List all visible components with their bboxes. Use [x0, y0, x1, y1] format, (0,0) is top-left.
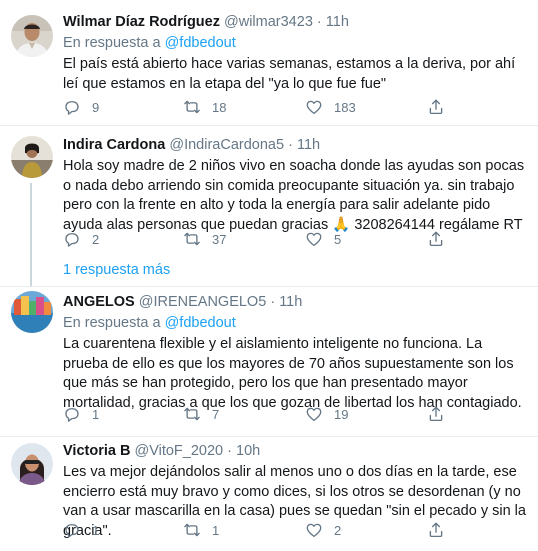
tweet[interactable]: Victoria B @VitoF_2020 · 10h Les va mejo…	[0, 437, 538, 551]
tweet[interactable]: Wilmar Díaz Rodríguez @wilmar3423 · 11h …	[0, 0, 538, 126]
avatar[interactable]	[11, 136, 53, 178]
reply-icon	[63, 521, 81, 539]
user-handle[interactable]: @VitoF_2020	[134, 443, 223, 459]
heart-icon	[305, 98, 323, 116]
user-handle[interactable]: @IRENEANGELO5	[139, 294, 267, 310]
like-count: 5	[334, 231, 342, 247]
tweet-text: La cuarentena flexible y el aislamiento …	[63, 336, 522, 411]
reply-prefix: En respuesta a	[63, 315, 165, 331]
tweet-actions: 2 37 5	[63, 230, 523, 250]
user-handle[interactable]: @wilmar3423	[224, 14, 313, 30]
display-name[interactable]: Indira Cardona	[63, 137, 165, 153]
like-button[interactable]: 183	[305, 98, 356, 116]
retweet-button[interactable]: 1	[183, 521, 219, 539]
share-button[interactable]	[427, 98, 445, 116]
like-button[interactable]: 19	[305, 405, 348, 423]
reply-count: 2	[92, 231, 100, 247]
reply-icon	[63, 405, 81, 423]
heart-icon	[305, 230, 323, 248]
tweet-text: Hola soy madre de 2 niños vivo en soacha…	[63, 158, 525, 233]
reply-button[interactable]: 1	[63, 521, 99, 539]
avatar[interactable]	[11, 15, 53, 57]
retweet-icon	[183, 98, 201, 116]
share-button[interactable]	[427, 521, 445, 539]
tweet-text: El país está abierto hace varias semanas…	[63, 56, 516, 92]
timestamp[interactable]: 11h	[326, 14, 349, 30]
reply-context: En respuesta a @fdbedout	[63, 34, 526, 53]
reply-icon	[63, 230, 81, 248]
tweet-actions: 1 7 19	[63, 405, 523, 425]
tweet-header: Victoria B @VitoF_2020 · 10h	[63, 442, 526, 461]
separator-dot: ·	[270, 294, 276, 310]
reply-button[interactable]: 9	[63, 98, 99, 116]
reply-count: 9	[92, 99, 100, 115]
tweet-header: Indira Cardona @IndiraCardona5 · 11h	[63, 136, 526, 155]
avatar[interactable]	[11, 291, 53, 333]
retweet-icon	[183, 230, 201, 248]
timestamp[interactable]: 11h	[297, 137, 320, 153]
heart-icon	[305, 521, 323, 539]
retweet-count: 7	[212, 406, 220, 422]
reply-icon	[63, 98, 81, 116]
user-handle[interactable]: @IndiraCardona5	[169, 137, 284, 153]
reply-button[interactable]: 2	[63, 230, 99, 248]
display-name[interactable]: Victoria B	[63, 443, 130, 459]
separator-dot: ·	[227, 443, 232, 459]
retweet-button[interactable]: 18	[183, 98, 226, 116]
retweet-button[interactable]: 37	[183, 230, 226, 248]
display-name[interactable]: ANGELOS	[63, 294, 135, 310]
timestamp[interactable]: 11h	[279, 294, 302, 310]
tweet[interactable]: ANGELOS @IRENEANGELO5 · 11h En respuesta…	[0, 287, 538, 437]
reply-mention-link[interactable]: @fdbedout	[165, 35, 236, 51]
show-more-replies-link[interactable]: 1 respuesta más	[63, 262, 170, 278]
retweet-count: 1	[212, 522, 220, 538]
share-button[interactable]	[427, 405, 445, 423]
reply-context: En respuesta a @fdbedout	[63, 314, 526, 333]
share-icon	[427, 405, 445, 423]
display-name[interactable]: Wilmar Díaz Rodríguez	[63, 14, 220, 30]
tweet[interactable]: Indira Cardona @IndiraCardona5 · 11h Hol…	[0, 126, 538, 286]
retweet-count: 37	[212, 231, 227, 247]
retweet-count: 18	[212, 99, 227, 115]
tweet-actions: 1 1 2	[63, 521, 523, 541]
like-count: 2	[334, 522, 342, 538]
reply-mention-link[interactable]: @fdbedout	[165, 315, 236, 331]
tweet-header: Wilmar Díaz Rodríguez @wilmar3423 · 11h	[63, 13, 526, 32]
separator-dot: ·	[316, 14, 322, 30]
heart-icon	[305, 405, 323, 423]
retweet-icon	[183, 405, 201, 423]
avatar[interactable]	[11, 443, 53, 485]
share-icon	[427, 521, 445, 539]
like-button[interactable]: 2	[305, 521, 341, 539]
reply-prefix: En respuesta a	[63, 35, 165, 51]
retweet-button[interactable]: 7	[183, 405, 219, 423]
tweet-actions: 9 18 183	[63, 98, 523, 118]
reply-count: 1	[92, 406, 100, 422]
share-icon	[427, 98, 445, 116]
share-icon	[427, 230, 445, 248]
reply-count: 1	[92, 522, 100, 538]
like-count: 183	[334, 99, 356, 115]
timestamp[interactable]: 10h	[236, 443, 260, 459]
reply-button[interactable]: 1	[63, 405, 99, 423]
separator-dot: ·	[288, 137, 293, 153]
like-count: 19	[334, 406, 349, 422]
like-button[interactable]: 5	[305, 230, 341, 248]
share-button[interactable]	[427, 230, 445, 248]
tweet-header: ANGELOS @IRENEANGELO5 · 11h	[63, 293, 526, 312]
thread-connector	[30, 183, 32, 286]
retweet-icon	[183, 521, 201, 539]
